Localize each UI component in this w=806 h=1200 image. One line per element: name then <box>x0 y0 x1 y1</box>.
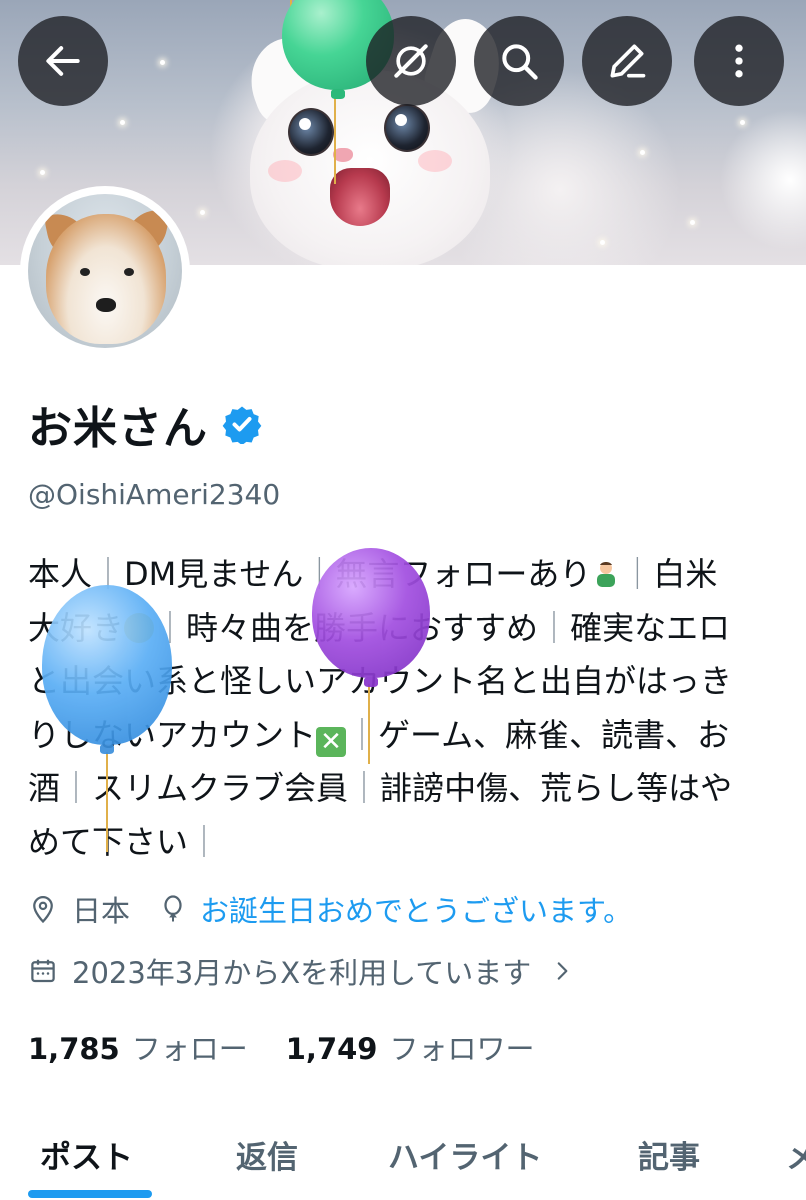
bio-text: DM見ません <box>124 555 304 593</box>
search-icon <box>502 44 538 80</box>
handle: @OishiAmeri2340 <box>28 478 281 511</box>
tab-posts[interactable]: ポスト <box>40 1132 133 1177</box>
sparkle <box>40 170 45 175</box>
bio-text: 酒 <box>28 769 61 807</box>
followers-label: フォロワー <box>389 1032 535 1066</box>
tab-articles[interactable]: 記事 <box>638 1132 700 1177</box>
dog-eye <box>80 268 90 276</box>
following-link[interactable]: 1,785 フォロー <box>28 1026 248 1068</box>
followers-link[interactable]: 1,749 フォロワー <box>286 1026 535 1068</box>
sparkle <box>740 120 745 125</box>
profile-tabs: ポスト 返信 ハイライト 記事 メ <box>0 1110 806 1200</box>
balloon-string <box>334 96 336 184</box>
bio-text: 誹謗中傷、荒らし等はや <box>380 769 733 807</box>
balloon-icon <box>164 895 182 922</box>
grok-button[interactable] <box>366 16 456 106</box>
dog-nose <box>96 298 116 312</box>
active-tab-indicator <box>28 1190 152 1198</box>
person-bowing-emoji-icon <box>597 562 616 587</box>
cat-eye <box>384 104 430 152</box>
dog-eye <box>124 268 134 276</box>
cat-eye <box>288 108 334 156</box>
calendar-icon <box>31 959 55 983</box>
cross-mark-emoji-icon: ✕ <box>316 726 347 757</box>
pencil-icon <box>610 44 646 78</box>
following-label: フォロー <box>131 1032 248 1066</box>
following-count: 1,785 <box>28 1032 120 1066</box>
verified-badge-icon[interactable] <box>222 404 262 444</box>
location-pin-icon <box>33 896 53 924</box>
grok-icon <box>394 44 428 78</box>
cat-nose <box>333 148 353 162</box>
tab-replies[interactable]: 返信 <box>236 1132 298 1177</box>
cat-cheek <box>418 150 452 172</box>
bio-text: 本人 <box>28 555 93 593</box>
search-button[interactable] <box>474 16 564 106</box>
tab-media[interactable]: メ <box>786 1132 806 1177</box>
cat-mouth <box>330 168 390 226</box>
arrow-left-icon <box>46 46 80 76</box>
back-button[interactable] <box>18 16 108 106</box>
sparkle <box>690 220 695 225</box>
balloon-blue <box>42 585 172 754</box>
bio-text: スリムクラブ会員 <box>92 769 349 807</box>
sparkle <box>120 120 125 125</box>
sparkle <box>640 150 645 155</box>
birthday-link[interactable]: お誕生日おめでとうございます。 <box>200 888 632 930</box>
bio-text: 確実なエロ <box>570 608 731 647</box>
balloon-string <box>368 684 370 764</box>
bio-text: 白米 <box>653 555 718 593</box>
balloon-purple <box>312 548 430 687</box>
avatar[interactable] <box>20 186 190 356</box>
joined-row[interactable]: 2023年3月からXを利用しています <box>28 950 575 992</box>
joined-text: 2023年3月からXを利用しています <box>72 956 532 990</box>
more-vertical-icon <box>735 44 743 78</box>
tab-highlights[interactable]: ハイライト <box>388 1132 542 1177</box>
balloon-string <box>106 752 108 852</box>
profile-meta-row: 日本 お誕生日おめでとうございます。 <box>28 888 632 930</box>
sparkle <box>600 240 605 245</box>
follow-counts: 1,785 フォロー 1,749 フォロワー <box>28 1026 535 1068</box>
bio-text: ゲーム、麻雀、読書、お <box>378 715 730 754</box>
display-name: お米さん <box>28 403 208 454</box>
sparkle <box>160 60 165 65</box>
edit-button[interactable] <box>582 16 672 106</box>
followers-count: 1,749 <box>285 1032 378 1066</box>
bio-text: めて下さい <box>28 822 189 861</box>
dog-head <box>46 214 166 344</box>
cat-cheek <box>268 160 302 182</box>
name-row: お米さん <box>28 392 262 456</box>
sparkle <box>200 210 205 215</box>
more-button[interactable] <box>694 16 784 106</box>
avatar-image <box>28 194 182 348</box>
location-text: 日本 <box>72 894 131 928</box>
chevron-right-icon <box>557 962 568 980</box>
